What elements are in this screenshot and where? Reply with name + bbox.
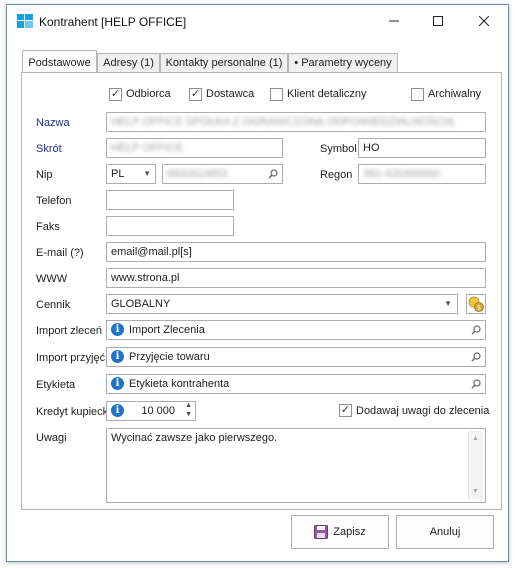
chevron-down-icon: ▼ <box>444 299 452 308</box>
cennik-select[interactable]: GLOBALNY ▼ <box>106 294 458 314</box>
title-bar: Kontrahent [HELP OFFICE] <box>7 5 508 37</box>
odbiorca-label: Odbiorca <box>126 88 171 100</box>
nip-country-select[interactable]: PL ▼ <box>106 164 156 184</box>
etykieta-value: Etykieta kontrahenta <box>129 378 230 390</box>
dialog-window: Kontrahent [HELP OFFICE] Podstawowe Adre… <box>6 4 509 562</box>
coins-icon: $ <box>468 296 484 312</box>
etykieta-input[interactable]: i Etykieta kontrahenta <box>106 374 486 394</box>
regon-input[interactable]: 361-420490000 <box>358 164 486 184</box>
import-przyjec-label: Import przyjęć <box>36 352 106 364</box>
dostawca-label: Dostawca <box>206 88 255 100</box>
search-icon[interactable] <box>471 379 481 389</box>
tab-adresy[interactable]: Adresy (1) <box>97 53 160 72</box>
search-icon[interactable] <box>471 325 481 335</box>
dodawaj-uwagi-label: Dodawaj uwagi do zlecenia <box>356 405 490 417</box>
spinner-arrows-icon[interactable]: ▲ ▼ <box>185 402 192 419</box>
archiwalny-checkbox[interactable] <box>411 88 424 101</box>
info-icon: i <box>111 350 124 363</box>
app-icon <box>17 14 33 28</box>
kredyt-label: Kredyt kupiecki <box>36 406 111 418</box>
nazwa-input[interactable]: HELP OFFICE SPÓŁKA Z OGRANICZONĄ ODPOWIE… <box>106 112 486 132</box>
email-label[interactable]: E-mail (?) <box>36 247 84 259</box>
svg-text:$: $ <box>477 305 481 312</box>
cennik-label: Cennik <box>36 299 71 311</box>
tab-kontakty-personalne[interactable]: Kontakty personalne (1) <box>160 53 288 72</box>
skrot-value: HELP OFFICE <box>111 142 183 154</box>
www-input[interactable]: www.strona.pl <box>106 268 486 288</box>
uwagi-value: Wycinać zawsze jako pierwszego. <box>111 432 278 444</box>
dostawca-checkbox[interactable]: ✓ <box>189 88 202 101</box>
save-button[interactable]: Zapisz <box>291 515 389 549</box>
kredyt-spinner[interactable]: i 10 000 ▲ ▼ <box>106 401 196 421</box>
import-zlecen-value: Import Zlecenia <box>129 324 205 336</box>
nip-label: Nip <box>36 169 53 181</box>
uwagi-textarea[interactable]: Wycinać zawsze jako pierwszego. ▲ ▼ <box>106 428 486 503</box>
dodawaj-uwagi-checkbox[interactable]: ✓ <box>339 404 352 417</box>
nazwa-value: HELP OFFICE SPÓŁKA Z OGRANICZONĄ ODPOWIE… <box>111 116 454 128</box>
scroll-down-icon[interactable]: ▼ <box>472 485 479 499</box>
tab-podstawowe[interactable]: Podstawowe <box>22 50 97 72</box>
skrot-label: Skrót <box>36 143 62 155</box>
minimize-button[interactable] <box>372 5 416 37</box>
maximize-icon <box>433 16 443 26</box>
minimize-icon <box>389 20 399 22</box>
regon-value: 361-420490000 <box>363 168 441 180</box>
window-title: Kontrahent [HELP OFFICE] <box>39 15 187 29</box>
klient-detaliczny-checkbox[interactable] <box>270 88 283 101</box>
info-icon: i <box>111 377 124 390</box>
telefon-label: Telefon <box>36 195 72 207</box>
klient-detaliczny-label: Klient detaliczny <box>287 88 367 100</box>
save-label: Zapisz <box>333 526 366 538</box>
close-button[interactable] <box>462 5 506 37</box>
import-przyjec-input[interactable]: i Przyjęcie towaru <box>106 347 486 367</box>
price-list-button[interactable]: $ <box>466 294 486 314</box>
cancel-button[interactable]: Anuluj <box>396 515 494 549</box>
chevron-down-icon: ▼ <box>143 169 151 178</box>
faks-label: Faks <box>36 221 60 233</box>
skrot-input[interactable]: HELP OFFICE <box>106 138 283 158</box>
archiwalny-label: Archiwalny <box>428 88 482 100</box>
faks-input[interactable] <box>106 216 234 236</box>
uwagi-scrollbar[interactable]: ▲ ▼ <box>468 431 483 500</box>
regon-label: Regon <box>320 169 353 181</box>
nazwa-label: Nazwa <box>36 117 70 129</box>
cancel-label: Anuluj <box>429 526 461 538</box>
close-icon <box>479 16 489 26</box>
nip-value: 6832614651 <box>167 168 229 180</box>
scroll-up-icon[interactable]: ▲ <box>472 432 479 446</box>
etykieta-label: Etykieta <box>36 379 76 391</box>
cennik-value: GLOBALNY <box>111 298 171 310</box>
import-zlecen-label: Import zleceń <box>36 325 103 337</box>
info-icon: i <box>111 404 124 417</box>
www-label: WWW <box>36 273 68 285</box>
search-icon[interactable] <box>268 169 278 179</box>
search-icon[interactable] <box>471 352 481 362</box>
tab-panel: ✓ Odbiorca ✓ Dostawca Klient detaliczny … <box>21 72 502 510</box>
info-icon: i <box>111 323 124 336</box>
odbiorca-checkbox[interactable]: ✓ <box>109 88 122 101</box>
import-przyjec-value: Przyjęcie towaru <box>129 351 210 363</box>
save-icon <box>314 525 329 539</box>
tab-parametry-wyceny[interactable]: • Parametry wyceny <box>288 53 398 72</box>
nip-country-value: PL <box>111 168 125 180</box>
email-input[interactable]: email@mail.pl[s] <box>106 242 486 262</box>
nip-input[interactable]: 6832614651 <box>162 164 283 184</box>
telefon-input[interactable] <box>106 190 234 210</box>
uwagi-label: Uwagi <box>36 432 67 444</box>
symbol-label: Symbol <box>320 143 357 155</box>
maximize-button[interactable] <box>416 5 460 37</box>
kredyt-value: 10 000 <box>141 405 175 417</box>
symbol-input[interactable]: HO <box>358 138 486 158</box>
import-zlecen-input[interactable]: i Import Zlecenia <box>106 320 486 340</box>
